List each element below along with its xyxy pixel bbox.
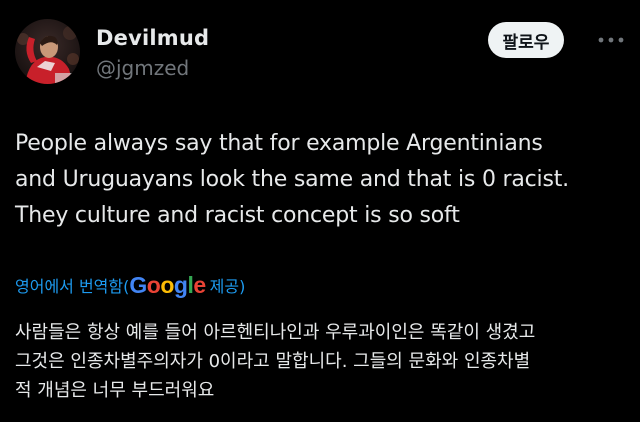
translated-text-line: 그것은 인종차별주의자가 0이라고 말합니다. 그들의 문화와 인종차별 [15,351,531,372]
google-letter: o [160,271,174,298]
tweet-text: People always say that for example Argen… [15,126,630,234]
more-options-button[interactable] [594,28,628,52]
google-letter: g [173,271,188,298]
follow-button[interactable]: 팔로우 [488,22,564,58]
google-logo: Google [129,271,206,299]
translated-text-line: 사람들은 항상 예를 들어 아르헨티나인과 우루과이인은 똑같이 생겼고 [15,322,536,343]
translation-prefix: 영어에서 번역함( [15,277,130,296]
translation-attribution[interactable]: 영어에서 번역함( Google 제공) [15,268,245,302]
tweet-text-line: People always say that for example Argen… [15,131,543,156]
google-wordmark: Google [129,271,206,298]
google-letter: G [129,271,147,298]
author-display-name[interactable]: Devilmud [96,26,209,50]
translated-text: 사람들은 항상 예를 들어 아르헨티나인과 우루과이인은 똑같이 생겼고 그것은… [15,318,630,405]
tweet-text-line: and Uruguayans look the same and that is… [15,167,569,192]
google-letter: o [146,271,161,298]
translation-suffix: 제공) [209,277,246,296]
translated-text-line: 적 개념은 너무 부드러워요 [15,380,215,401]
more-horizontal-icon [598,37,624,43]
author-handle[interactable]: @jgmzed [96,56,189,80]
tweet-card: Devilmud @jgmzed 팔로우 People always say t… [0,0,640,422]
google-letter: e [193,271,206,298]
profile-photo-avatar [15,19,80,84]
avatar[interactable] [15,19,80,84]
tweet-text-line: They culture and racist concept is so so… [15,203,460,228]
